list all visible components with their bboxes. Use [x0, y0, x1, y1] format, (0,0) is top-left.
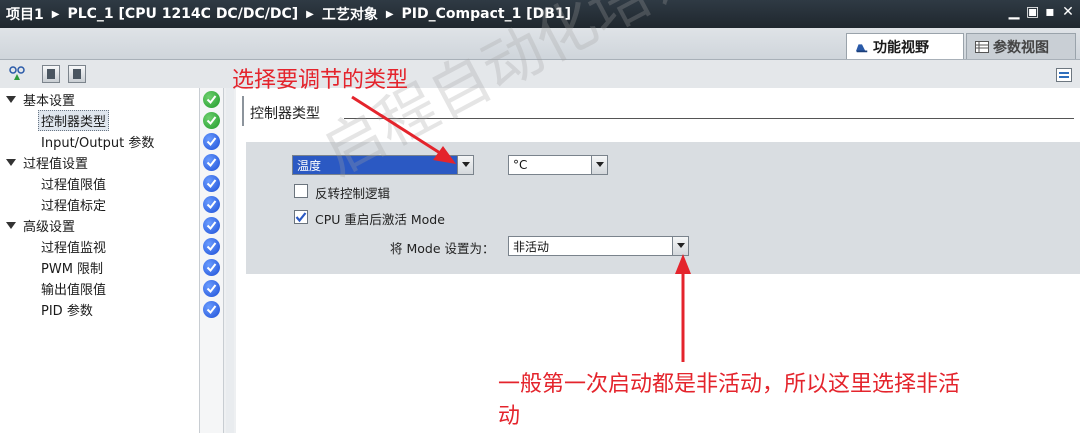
- pid-config-window: 项目1 ▶ PLC_1 [CPU 1214C DC/DC/DC] ▶ 工艺对象 …: [0, 0, 1080, 433]
- arrow-to-mode-dropdown: [675, 254, 691, 362]
- annotation-bottom-line1: 一般第一次启动都是非活动，所以这里选择非活: [498, 372, 961, 397]
- arrow-to-type-dropdown: [351, 95, 456, 164]
- annotation-bottom-line2: 动: [498, 404, 521, 429]
